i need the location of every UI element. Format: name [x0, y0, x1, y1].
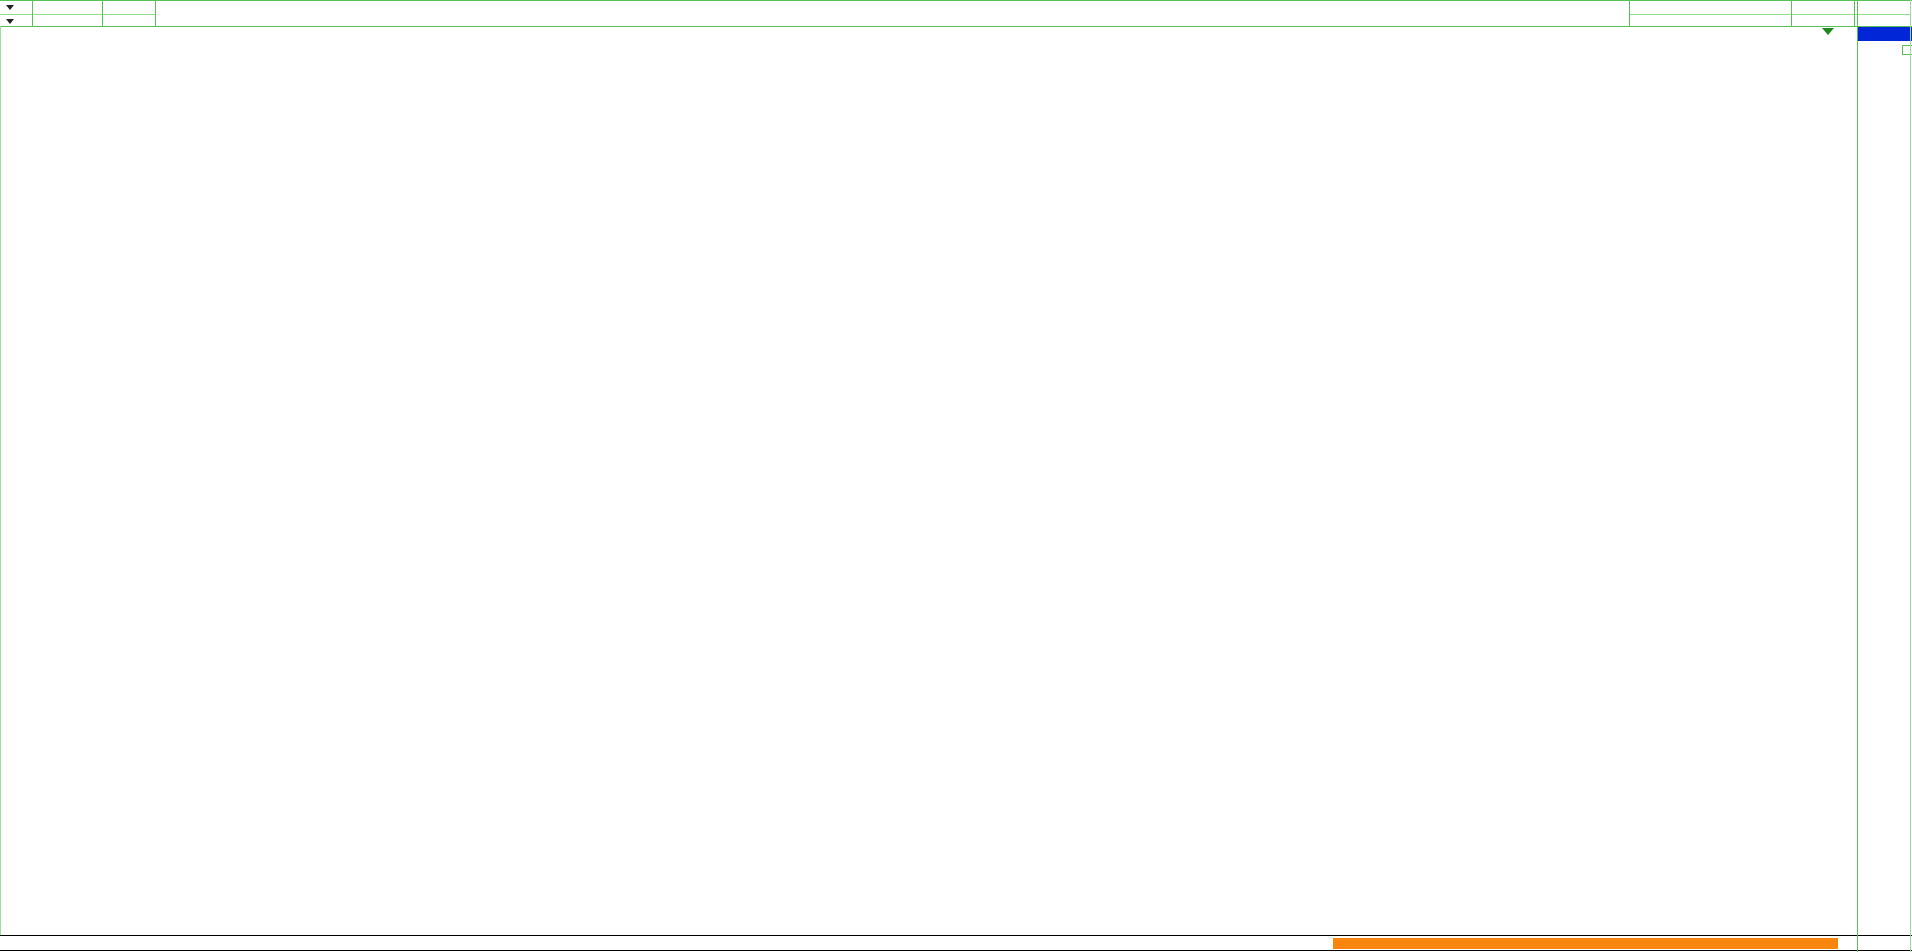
top-border-line [0, 0, 1912, 1]
triangle-down-icon [6, 5, 14, 10]
symbol-label [103, 1, 155, 15]
date-range-cell [33, 1, 103, 26]
current-price-tag [1858, 26, 1912, 41]
instrument-title-cell [156, 1, 1630, 26]
axis-border-line [1857, 0, 1858, 952]
high-low-cell [1792, 1, 1855, 26]
price-direction-down-icon [1822, 28, 1834, 35]
bars-count-dropdown-cell [0, 1, 33, 26]
symbol-cell [103, 1, 156, 26]
highlight-period-band [1333, 938, 1838, 949]
date-axis [0, 935, 1912, 951]
header-bottom-border-line [0, 26, 1912, 27]
tai-pan-chart-window [0, 0, 1912, 952]
left-border-line [0, 26, 1, 935]
high-value-label [1792, 1, 1854, 15]
category-cell [1630, 1, 1792, 26]
last-price-cell [1855, 1, 1911, 26]
category-label [1630, 1, 1791, 15]
instrument-title [156, 1, 1629, 14]
price-axis [1857, 26, 1912, 935]
right-border-line [1910, 0, 1911, 952]
last-price-label [1855, 1, 1911, 15]
date-from-field[interactable] [33, 1, 102, 15]
triangle-down-icon [6, 19, 14, 24]
bars-count-dropdown[interactable] [0, 1, 32, 15]
price-chart-area[interactable] [0, 26, 1912, 935]
